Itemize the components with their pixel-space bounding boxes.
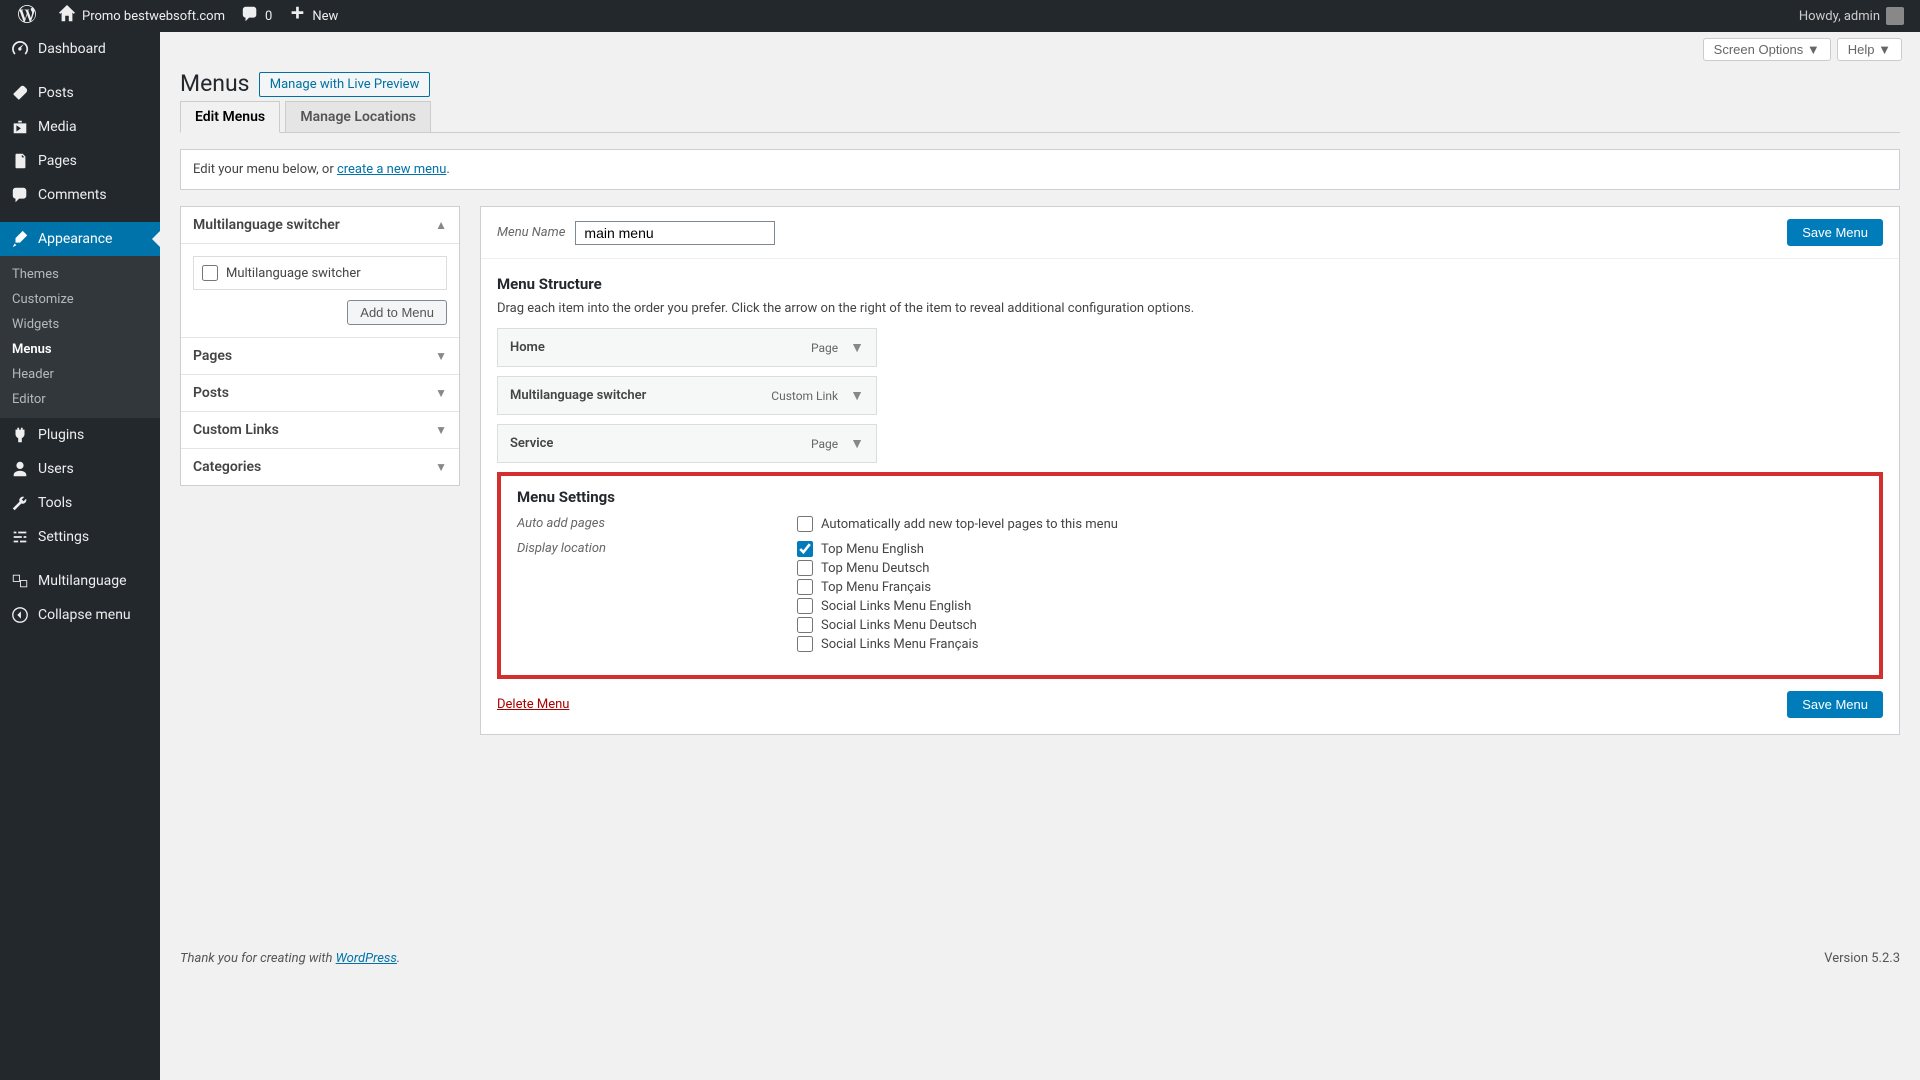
menu-item[interactable]: Multilanguage switcher Custom Link ▼ [497,376,877,415]
chevron-down-icon: ▼ [435,423,447,437]
sliders-icon [10,527,30,547]
location-checkbox[interactable]: Social Links Menu Deutsch [797,617,1863,633]
translate-icon [10,571,30,591]
dashboard-icon [10,39,30,59]
accordion-posts[interactable]: Posts▼ [181,374,459,411]
footer: Thank you for creating with WordPress. V… [160,935,1920,982]
howdy-text: Howdy, admin [1799,9,1880,24]
submenu-customize[interactable]: Customize [0,287,160,312]
location-checkbox[interactable]: Top Menu English [797,541,1863,557]
sidebar-item-pages[interactable]: Pages [0,144,160,178]
accordion-pages[interactable]: Pages▼ [181,337,459,374]
site-name-link[interactable]: Promo bestwebsoft.com [50,0,233,32]
help-button[interactable]: Help ▼ [1837,38,1902,61]
location-checkbox[interactable]: Top Menu Français [797,579,1863,595]
avatar [1886,7,1904,25]
main-content: Screen Options ▼ Help ▼ Menus Manage wit… [160,32,1920,982]
home-icon [58,5,76,27]
wordpress-link[interactable]: WordPress [336,951,397,966]
chevron-down-icon: ▼ [435,349,447,363]
submenu-header[interactable]: Header [0,362,160,387]
user-icon [10,459,30,479]
accordion-multilanguage-switcher[interactable]: Multilanguage switcher ▲ [181,207,459,244]
admin-sidebar: Dashboard Posts Media Pages Comments App… [0,32,160,1080]
chevron-down-icon[interactable]: ▼ [850,339,864,356]
display-location-label: Display location [517,541,797,655]
add-to-menu-button[interactable]: Add to Menu [347,300,447,325]
location-checkbox[interactable]: Social Links Menu Français [797,636,1863,652]
admin-bar: Promo bestwebsoft.com 0 New Howdy, admin [0,0,1920,32]
appearance-submenu: Themes Customize Widgets Menus Header Ed… [0,256,160,418]
plus-icon [288,5,306,27]
menu-item[interactable]: Service Page ▼ [497,424,877,463]
edit-notice: Edit your menu below, or create a new me… [180,149,1900,190]
accordion-column: Multilanguage switcher ▲ Multilanguage s… [180,206,460,486]
chevron-down-icon[interactable]: ▼ [850,435,864,452]
new-label: New [312,9,338,24]
brush-icon [10,229,30,249]
page-icon [10,151,30,171]
submenu-themes[interactable]: Themes [0,262,160,287]
version-text: Version 5.2.3 [1824,951,1900,966]
wp-logo[interactable] [10,0,50,32]
create-new-menu-link[interactable]: create a new menu [337,162,446,177]
menu-structure-heading: Menu Structure [497,275,1883,293]
page-title: Menus [180,61,250,101]
delete-menu-link[interactable]: Delete Menu [497,697,569,712]
menu-item[interactable]: Home Page ▼ [497,328,877,367]
menu-settings-box: Menu Settings Auto add pages Automatical… [497,472,1883,679]
comment-icon [241,5,259,27]
accordion-custom-links[interactable]: Custom Links▼ [181,411,459,448]
auto-add-checkbox[interactable]: Automatically add new top-level pages to… [797,516,1863,532]
chevron-down-icon: ▼ [435,386,447,400]
sidebar-item-dashboard[interactable]: Dashboard [0,32,160,66]
menu-name-input[interactable] [575,221,775,245]
menu-settings-heading: Menu Settings [517,488,1863,506]
submenu-editor[interactable]: Editor [0,387,160,412]
collapse-icon [10,605,30,625]
chevron-up-icon: ▲ [435,218,447,232]
sidebar-item-tools[interactable]: Tools [0,486,160,520]
auto-add-label: Auto add pages [517,516,797,535]
save-menu-bottom-button[interactable]: Save Menu [1787,691,1883,718]
wrench-icon [10,493,30,513]
chevron-down-icon: ▼ [435,460,447,474]
sidebar-collapse[interactable]: Collapse menu [0,598,160,632]
save-menu-top-button[interactable]: Save Menu [1787,219,1883,246]
sidebar-item-media[interactable]: Media [0,110,160,144]
submenu-menus[interactable]: Menus [0,337,160,362]
screen-options-button[interactable]: Screen Options ▼ [1703,38,1831,61]
sidebar-item-comments[interactable]: Comments [0,178,160,212]
sidebar-item-multilanguage[interactable]: Multilanguage [0,564,160,598]
site-name-text: Promo bestwebsoft.com [82,9,225,24]
sidebar-item-plugins[interactable]: Plugins [0,418,160,452]
tab-manage-locations[interactable]: Manage Locations [285,101,431,132]
menu-structure-description: Drag each item into the order you prefer… [497,301,1883,316]
user-menu[interactable]: Howdy, admin [1799,7,1910,25]
location-checkbox[interactable]: Social Links Menu English [797,598,1863,614]
plugin-icon [10,425,30,445]
tab-edit-menus[interactable]: Edit Menus [180,101,280,133]
sidebar-item-posts[interactable]: Posts [0,76,160,110]
media-icon [10,117,30,137]
menu-header: Menu Name Save Menu [481,207,1899,259]
manage-live-preview-button[interactable]: Manage with Live Preview [259,72,431,97]
accordion-categories[interactable]: Categories▼ [181,448,459,485]
new-content-link[interactable]: New [280,0,346,32]
comment-icon [10,185,30,205]
multilanguage-switcher-checkbox[interactable]: Multilanguage switcher [193,256,447,290]
comment-count: 0 [265,9,272,24]
sidebar-item-appearance[interactable]: Appearance [0,222,160,256]
wordpress-icon [18,5,36,27]
menu-edit-column: Menu Name Save Menu Menu Structure Drag … [480,206,1900,735]
pin-icon [10,83,30,103]
submenu-widgets[interactable]: Widgets [0,312,160,337]
location-checkbox[interactable]: Top Menu Deutsch [797,560,1863,576]
sidebar-item-settings[interactable]: Settings [0,520,160,554]
chevron-down-icon[interactable]: ▼ [850,387,864,404]
nav-tabs: Edit Menus Manage Locations [180,101,1900,133]
comments-link[interactable]: 0 [233,0,280,32]
menu-name-label: Menu Name [497,225,565,240]
sidebar-item-users[interactable]: Users [0,452,160,486]
